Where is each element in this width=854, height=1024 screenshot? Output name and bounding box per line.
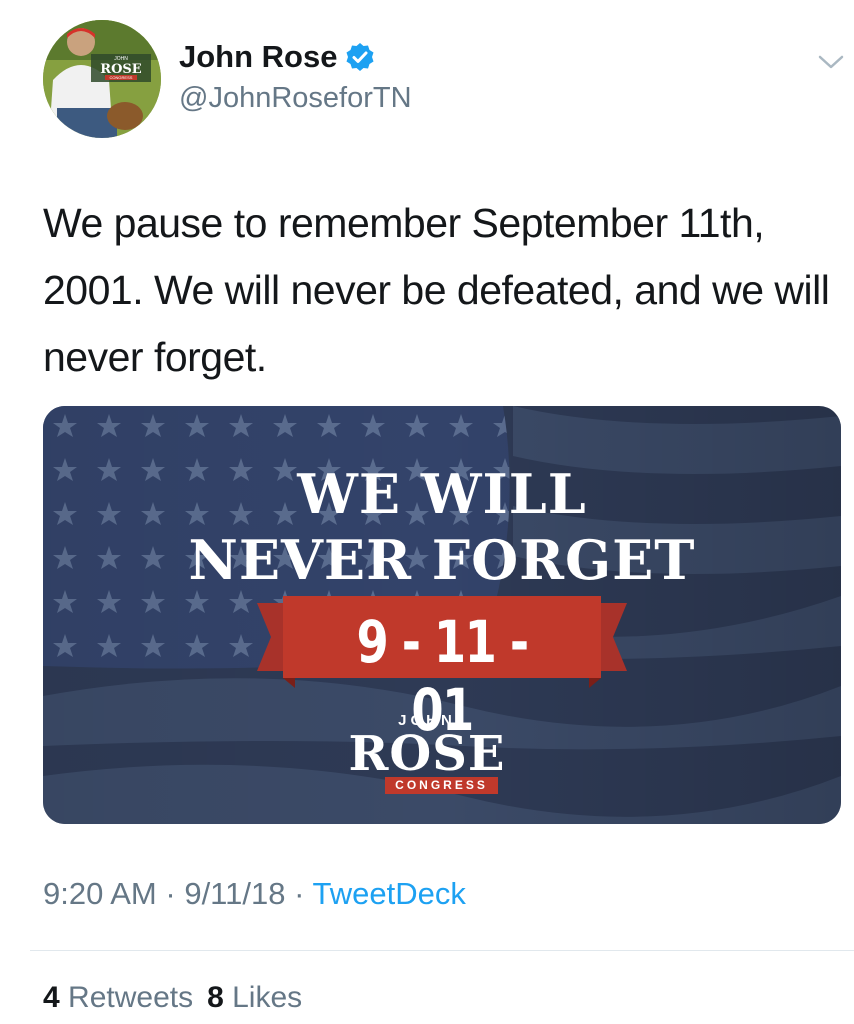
likes-count: 8 — [207, 981, 224, 1014]
image-logo-main: ROSE — [348, 726, 506, 782]
verified-badge-icon — [346, 43, 374, 71]
meta-separator: · — [294, 876, 305, 911]
tweet-source-link[interactable]: TweetDeck — [312, 876, 465, 911]
image-headline-line1: WE WILL — [297, 462, 587, 526]
tweet-date[interactable]: 9/11/18 — [184, 876, 285, 911]
display-name[interactable]: John Rose — [179, 39, 337, 75]
likes-label: Likes — [232, 981, 303, 1014]
avatar-logo-bottom: CONGRESS — [110, 75, 133, 80]
tweet-time[interactable]: 9:20 AM — [43, 876, 157, 911]
name-row: John Rose — [179, 39, 375, 75]
meta-separator: · — [165, 876, 176, 911]
image-logo-bottom: CONGRESS — [385, 777, 498, 794]
tweet-header: JOHN ROSE CONGRESS John Rose @JohnRosefo… — [0, 0, 854, 160]
retweets-label: Retweets — [68, 981, 194, 1014]
tweet-stats: 4 Retweets 8 Likes — [43, 981, 302, 1015]
image-headline-line2: NEVER FORGET — [188, 528, 696, 592]
avatar[interactable]: JOHN ROSE CONGRESS — [43, 20, 161, 138]
tweet-text: We pause to remember September 11th, 200… — [43, 200, 830, 380]
chevron-down-icon[interactable] — [817, 52, 845, 72]
tweet-meta: 9:20 AM · 9/11/18 · TweetDeck — [43, 876, 466, 912]
likes-stat[interactable]: 8 Likes — [207, 981, 302, 1014]
retweets-stat[interactable]: 4 Retweets — [43, 981, 193, 1014]
handle[interactable]: @JohnRoseforTN — [179, 82, 412, 115]
divider — [30, 950, 854, 951]
retweets-count: 4 — [43, 981, 60, 1014]
